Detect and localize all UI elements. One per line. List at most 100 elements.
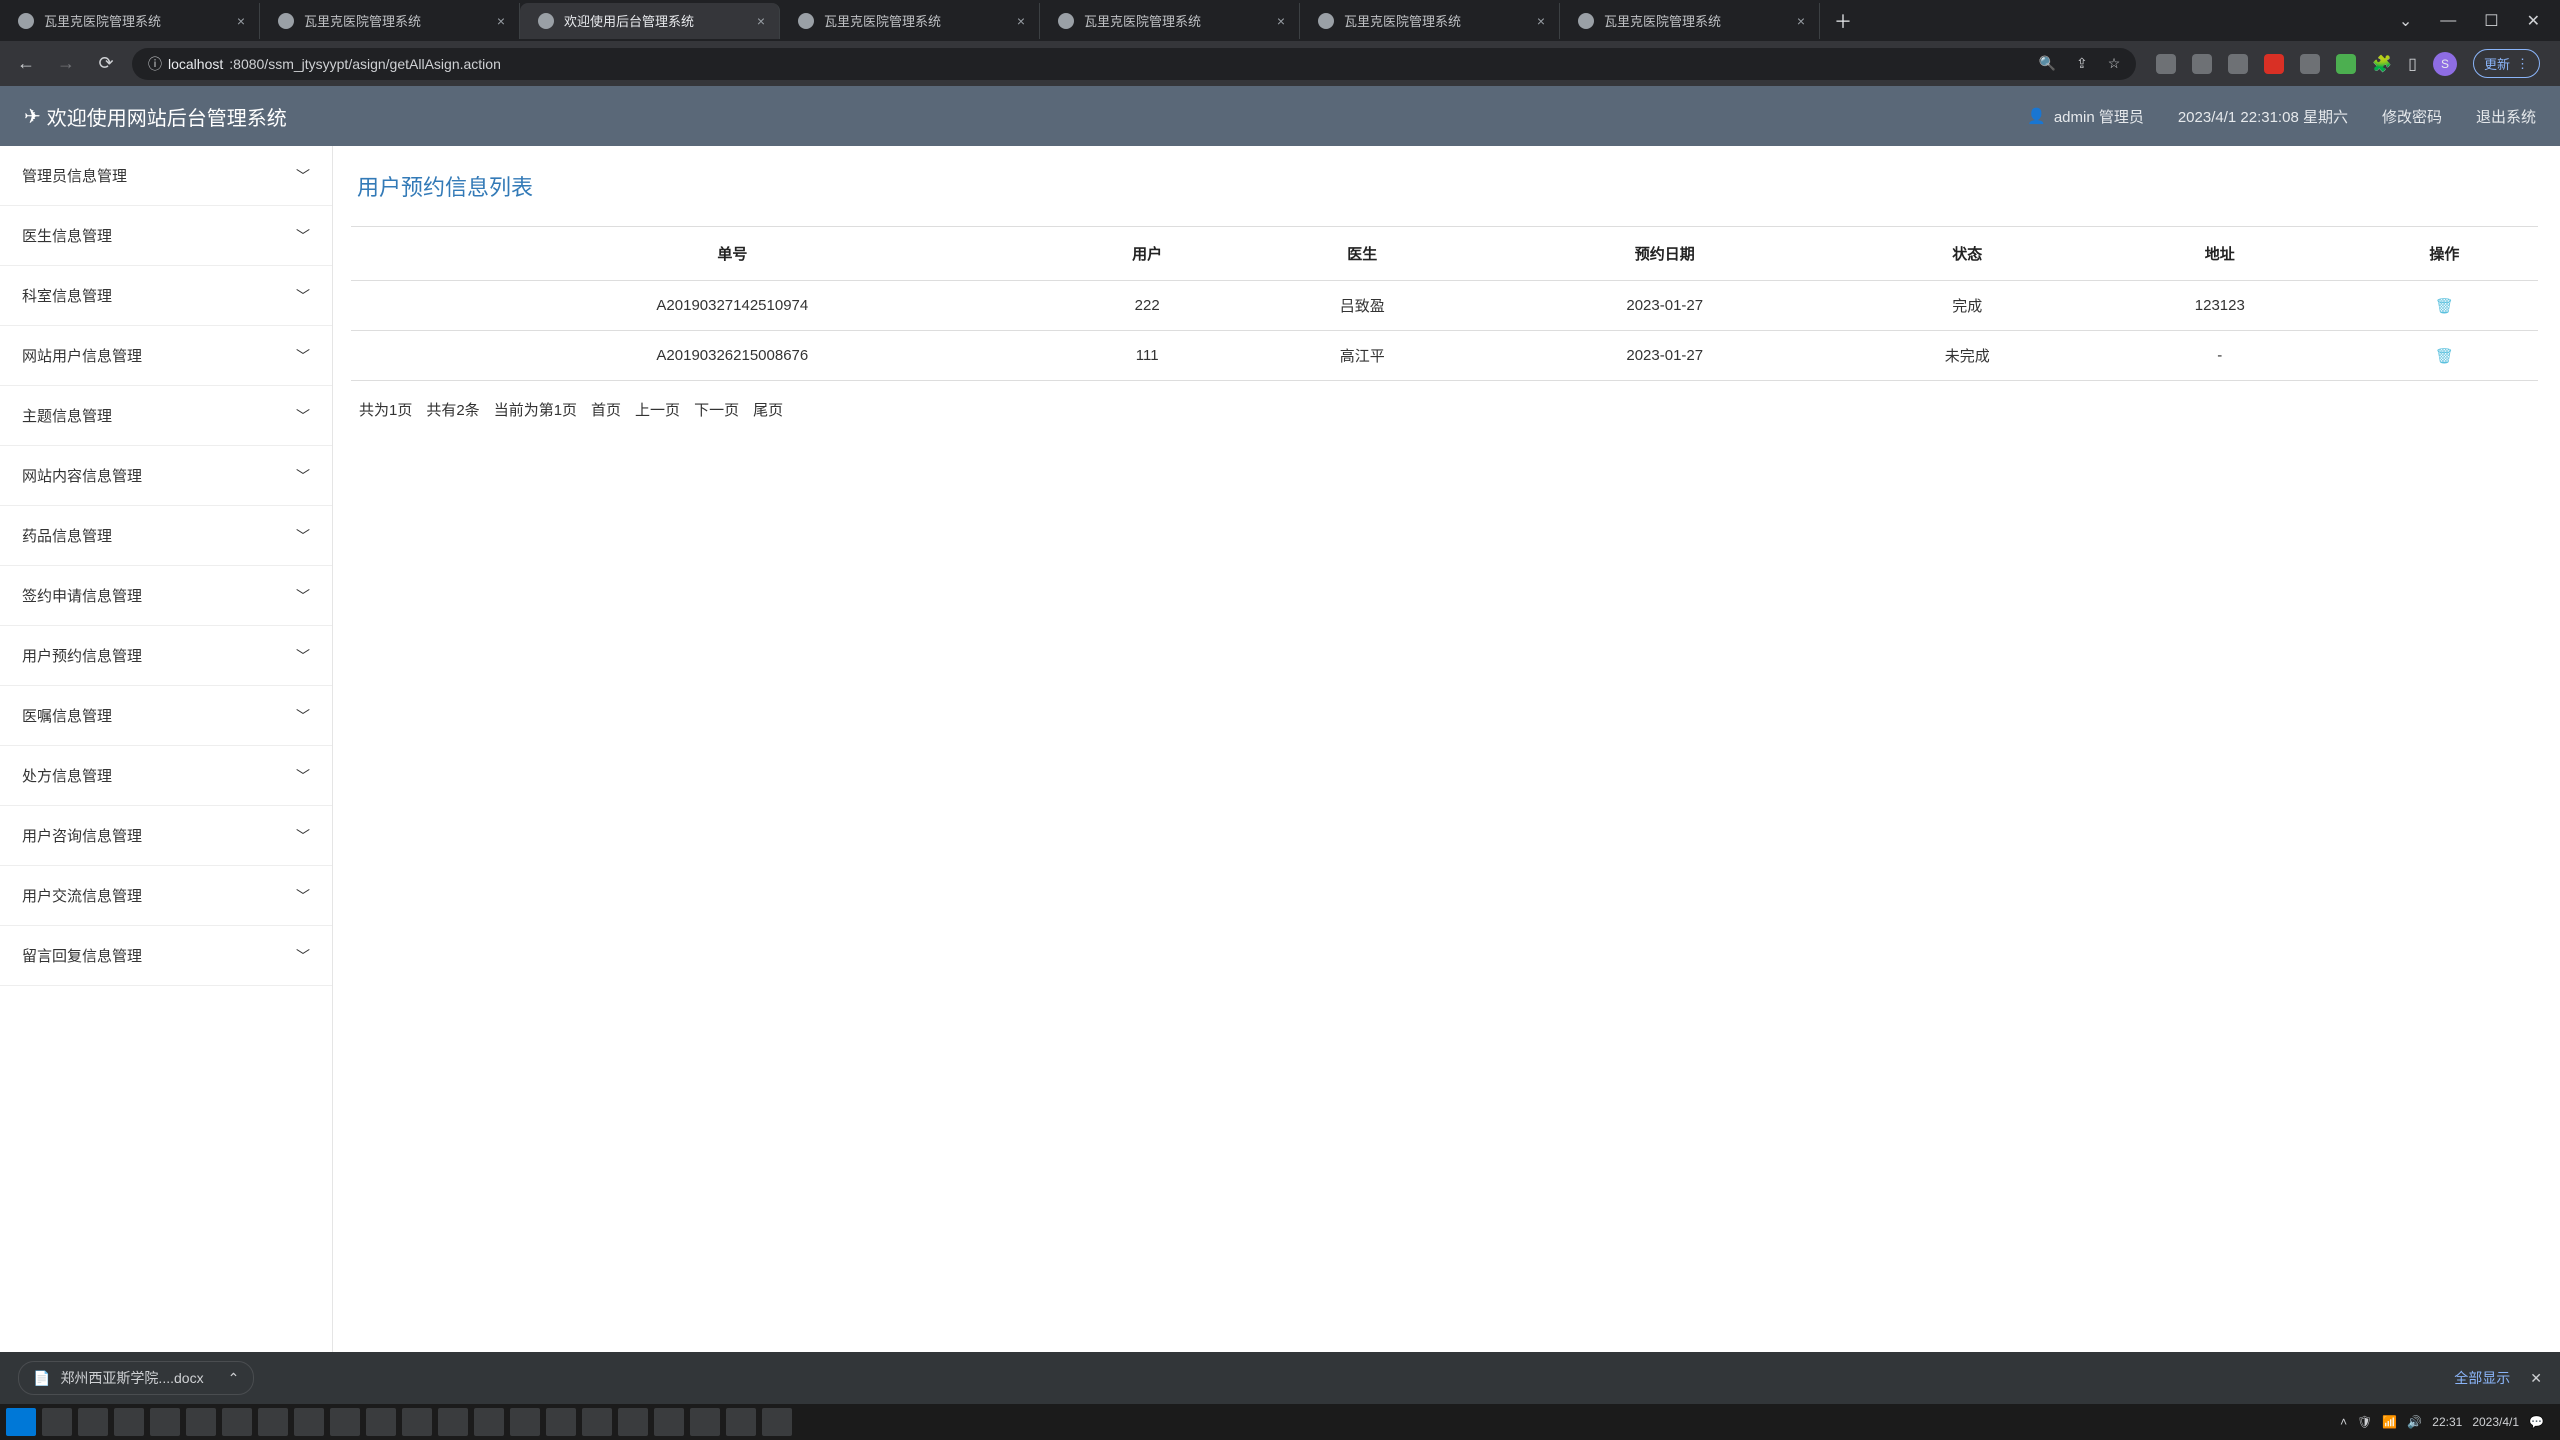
chevron-down-icon[interactable]: ⌄ <box>2399 11 2412 31</box>
back-button[interactable]: ← <box>12 53 40 74</box>
tray-icon[interactable]: 🔊 <box>2407 1415 2422 1429</box>
sidebar-item[interactable]: 处方信息管理﹀ <box>0 746 332 806</box>
extension-icon[interactable] <box>2300 54 2320 74</box>
search-button[interactable] <box>42 1408 72 1436</box>
task-icon[interactable] <box>402 1408 432 1436</box>
tray-clock[interactable]: 22:31 <box>2432 1415 2462 1429</box>
task-icon[interactable] <box>366 1408 396 1436</box>
extension-icon[interactable] <box>2264 54 2284 74</box>
close-downloads-icon[interactable]: ✕ <box>2530 1370 2542 1387</box>
task-icon[interactable] <box>510 1408 540 1436</box>
new-tab-button[interactable]: ＋ <box>1820 8 1866 34</box>
task-icon[interactable] <box>438 1408 468 1436</box>
tray-chevron-icon[interactable]: ˄ <box>2340 1415 2347 1429</box>
sidebar-item[interactable]: 网站用户信息管理﹀ <box>0 326 332 386</box>
show-all-downloads[interactable]: 全部显示 <box>2454 1368 2510 1388</box>
globe-icon <box>278 13 294 29</box>
side-panel-icon[interactable]: ▯ <box>2408 54 2417 74</box>
start-button[interactable] <box>6 1408 36 1436</box>
change-password-link[interactable]: 修改密码 <box>2382 106 2442 127</box>
next-page-link[interactable]: 下一页 <box>694 399 739 420</box>
sidebar-item[interactable]: 用户咨询信息管理﹀ <box>0 806 332 866</box>
task-icon[interactable] <box>222 1408 252 1436</box>
tray-date[interactable]: 2023/4/1 <box>2472 1415 2519 1429</box>
browser-tab[interactable]: 瓦里克医院管理系统× <box>0 3 260 39</box>
task-icon[interactable] <box>690 1408 720 1436</box>
download-item[interactable]: 📄 郑州西亚斯学院....docx ⌃ <box>18 1361 254 1395</box>
sidebar-item[interactable]: 科室信息管理﹀ <box>0 266 332 326</box>
address-bar[interactable]: ⓘ localhost:8080/ssm_jtysyypt/asign/getA… <box>132 48 2136 80</box>
task-icon[interactable] <box>582 1408 612 1436</box>
site-info-icon[interactable]: ⓘ <box>148 54 162 74</box>
maximize-icon[interactable]: ☐ <box>2484 11 2498 31</box>
first-page-link[interactable]: 首页 <box>591 399 621 420</box>
close-icon[interactable]: × <box>1277 13 1285 29</box>
zoom-icon[interactable]: 🔍 <box>2039 55 2056 72</box>
task-icon[interactable] <box>546 1408 576 1436</box>
current-user[interactable]: 👤admin 管理员 <box>2027 106 2144 127</box>
update-button[interactable]: 更新⋮ <box>2473 49 2540 78</box>
sidebar-item[interactable]: 留言回复信息管理﹀ <box>0 926 332 986</box>
task-icon[interactable] <box>654 1408 684 1436</box>
close-icon[interactable]: × <box>1017 13 1025 29</box>
delete-icon[interactable]: 🗑 <box>2435 348 2454 365</box>
close-window-icon[interactable]: ✕ <box>2527 11 2540 31</box>
extension-icon[interactable] <box>2228 54 2248 74</box>
close-icon[interactable]: × <box>497 13 505 29</box>
cell-user: 111 <box>1054 331 1241 381</box>
notifications-icon[interactable]: 💬 <box>2529 1415 2544 1429</box>
forward-button[interactable]: → <box>52 53 80 74</box>
tab-title: 瓦里克医院管理系统 <box>1604 11 1721 30</box>
extensions-menu-icon[interactable]: 🧩 <box>2372 54 2392 74</box>
tray-icon[interactable]: 📶 <box>2382 1415 2397 1429</box>
sidebar-item[interactable]: 医生信息管理﹀ <box>0 206 332 266</box>
chevron-up-icon[interactable]: ⌃ <box>228 1370 240 1387</box>
task-icon[interactable] <box>762 1408 792 1436</box>
task-icon[interactable] <box>474 1408 504 1436</box>
task-icon[interactable] <box>150 1408 180 1436</box>
browser-tab[interactable]: 瓦里克医院管理系统× <box>1040 3 1300 39</box>
sidebar-item[interactable]: 网站内容信息管理﹀ <box>0 446 332 506</box>
task-icon[interactable] <box>618 1408 648 1436</box>
browser-tab[interactable]: 瓦里克医院管理系统× <box>260 3 520 39</box>
sidebar-item[interactable]: 药品信息管理﹀ <box>0 506 332 566</box>
close-icon[interactable]: × <box>237 13 245 29</box>
sidebar-item[interactable]: 管理员信息管理﹀ <box>0 146 332 206</box>
logout-link[interactable]: 退出系统 <box>2476 106 2536 127</box>
bookmark-icon[interactable]: ☆ <box>2108 55 2121 72</box>
reload-button[interactable]: ⟳ <box>92 53 120 74</box>
extension-icon[interactable] <box>2336 54 2356 74</box>
extension-icon[interactable] <box>2156 54 2176 74</box>
kebab-icon: ⋮ <box>2516 56 2529 72</box>
system-tray[interactable]: ˄ 🛡 📶 🔊 22:31 2023/4/1 💬 <box>2340 1415 2554 1429</box>
prev-page-link[interactable]: 上一页 <box>635 399 680 420</box>
browser-tab[interactable]: 瓦里克医院管理系统 × <box>1560 3 1820 39</box>
task-icon[interactable] <box>78 1408 108 1436</box>
task-icon[interactable] <box>726 1408 756 1436</box>
minimize-icon[interactable]: — <box>2440 12 2456 30</box>
globe-icon <box>1318 13 1334 29</box>
sidebar-item[interactable]: 用户预约信息管理﹀ <box>0 626 332 686</box>
task-icon[interactable] <box>258 1408 288 1436</box>
sidebar-item[interactable]: 签约申请信息管理﹀ <box>0 566 332 626</box>
sidebar-item[interactable]: 医嘱信息管理﹀ <box>0 686 332 746</box>
task-icon[interactable] <box>186 1408 216 1436</box>
task-icon[interactable] <box>114 1408 144 1436</box>
sidebar-item[interactable]: 用户交流信息管理﹀ <box>0 866 332 926</box>
task-icon[interactable] <box>330 1408 360 1436</box>
browser-tab-active[interactable]: 欢迎使用后台管理系统× <box>520 3 780 39</box>
close-icon[interactable]: × <box>1797 13 1805 29</box>
extension-icon[interactable] <box>2192 54 2212 74</box>
close-icon[interactable]: × <box>757 13 765 29</box>
delete-icon[interactable]: 🗑 <box>2435 298 2454 315</box>
cell-date: 2023-01-27 <box>1484 331 1846 381</box>
tray-icon[interactable]: 🛡 <box>2357 1415 2372 1429</box>
share-icon[interactable]: ⇪ <box>2076 55 2088 72</box>
close-icon[interactable]: × <box>1537 13 1545 29</box>
sidebar-item[interactable]: 主题信息管理﹀ <box>0 386 332 446</box>
browser-tab[interactable]: 瓦里克医院管理系统× <box>780 3 1040 39</box>
browser-tab[interactable]: 瓦里克医院管理系统× <box>1300 3 1560 39</box>
task-icon[interactable] <box>294 1408 324 1436</box>
profile-avatar[interactable]: S <box>2433 52 2457 76</box>
last-page-link[interactable]: 尾页 <box>753 399 783 420</box>
